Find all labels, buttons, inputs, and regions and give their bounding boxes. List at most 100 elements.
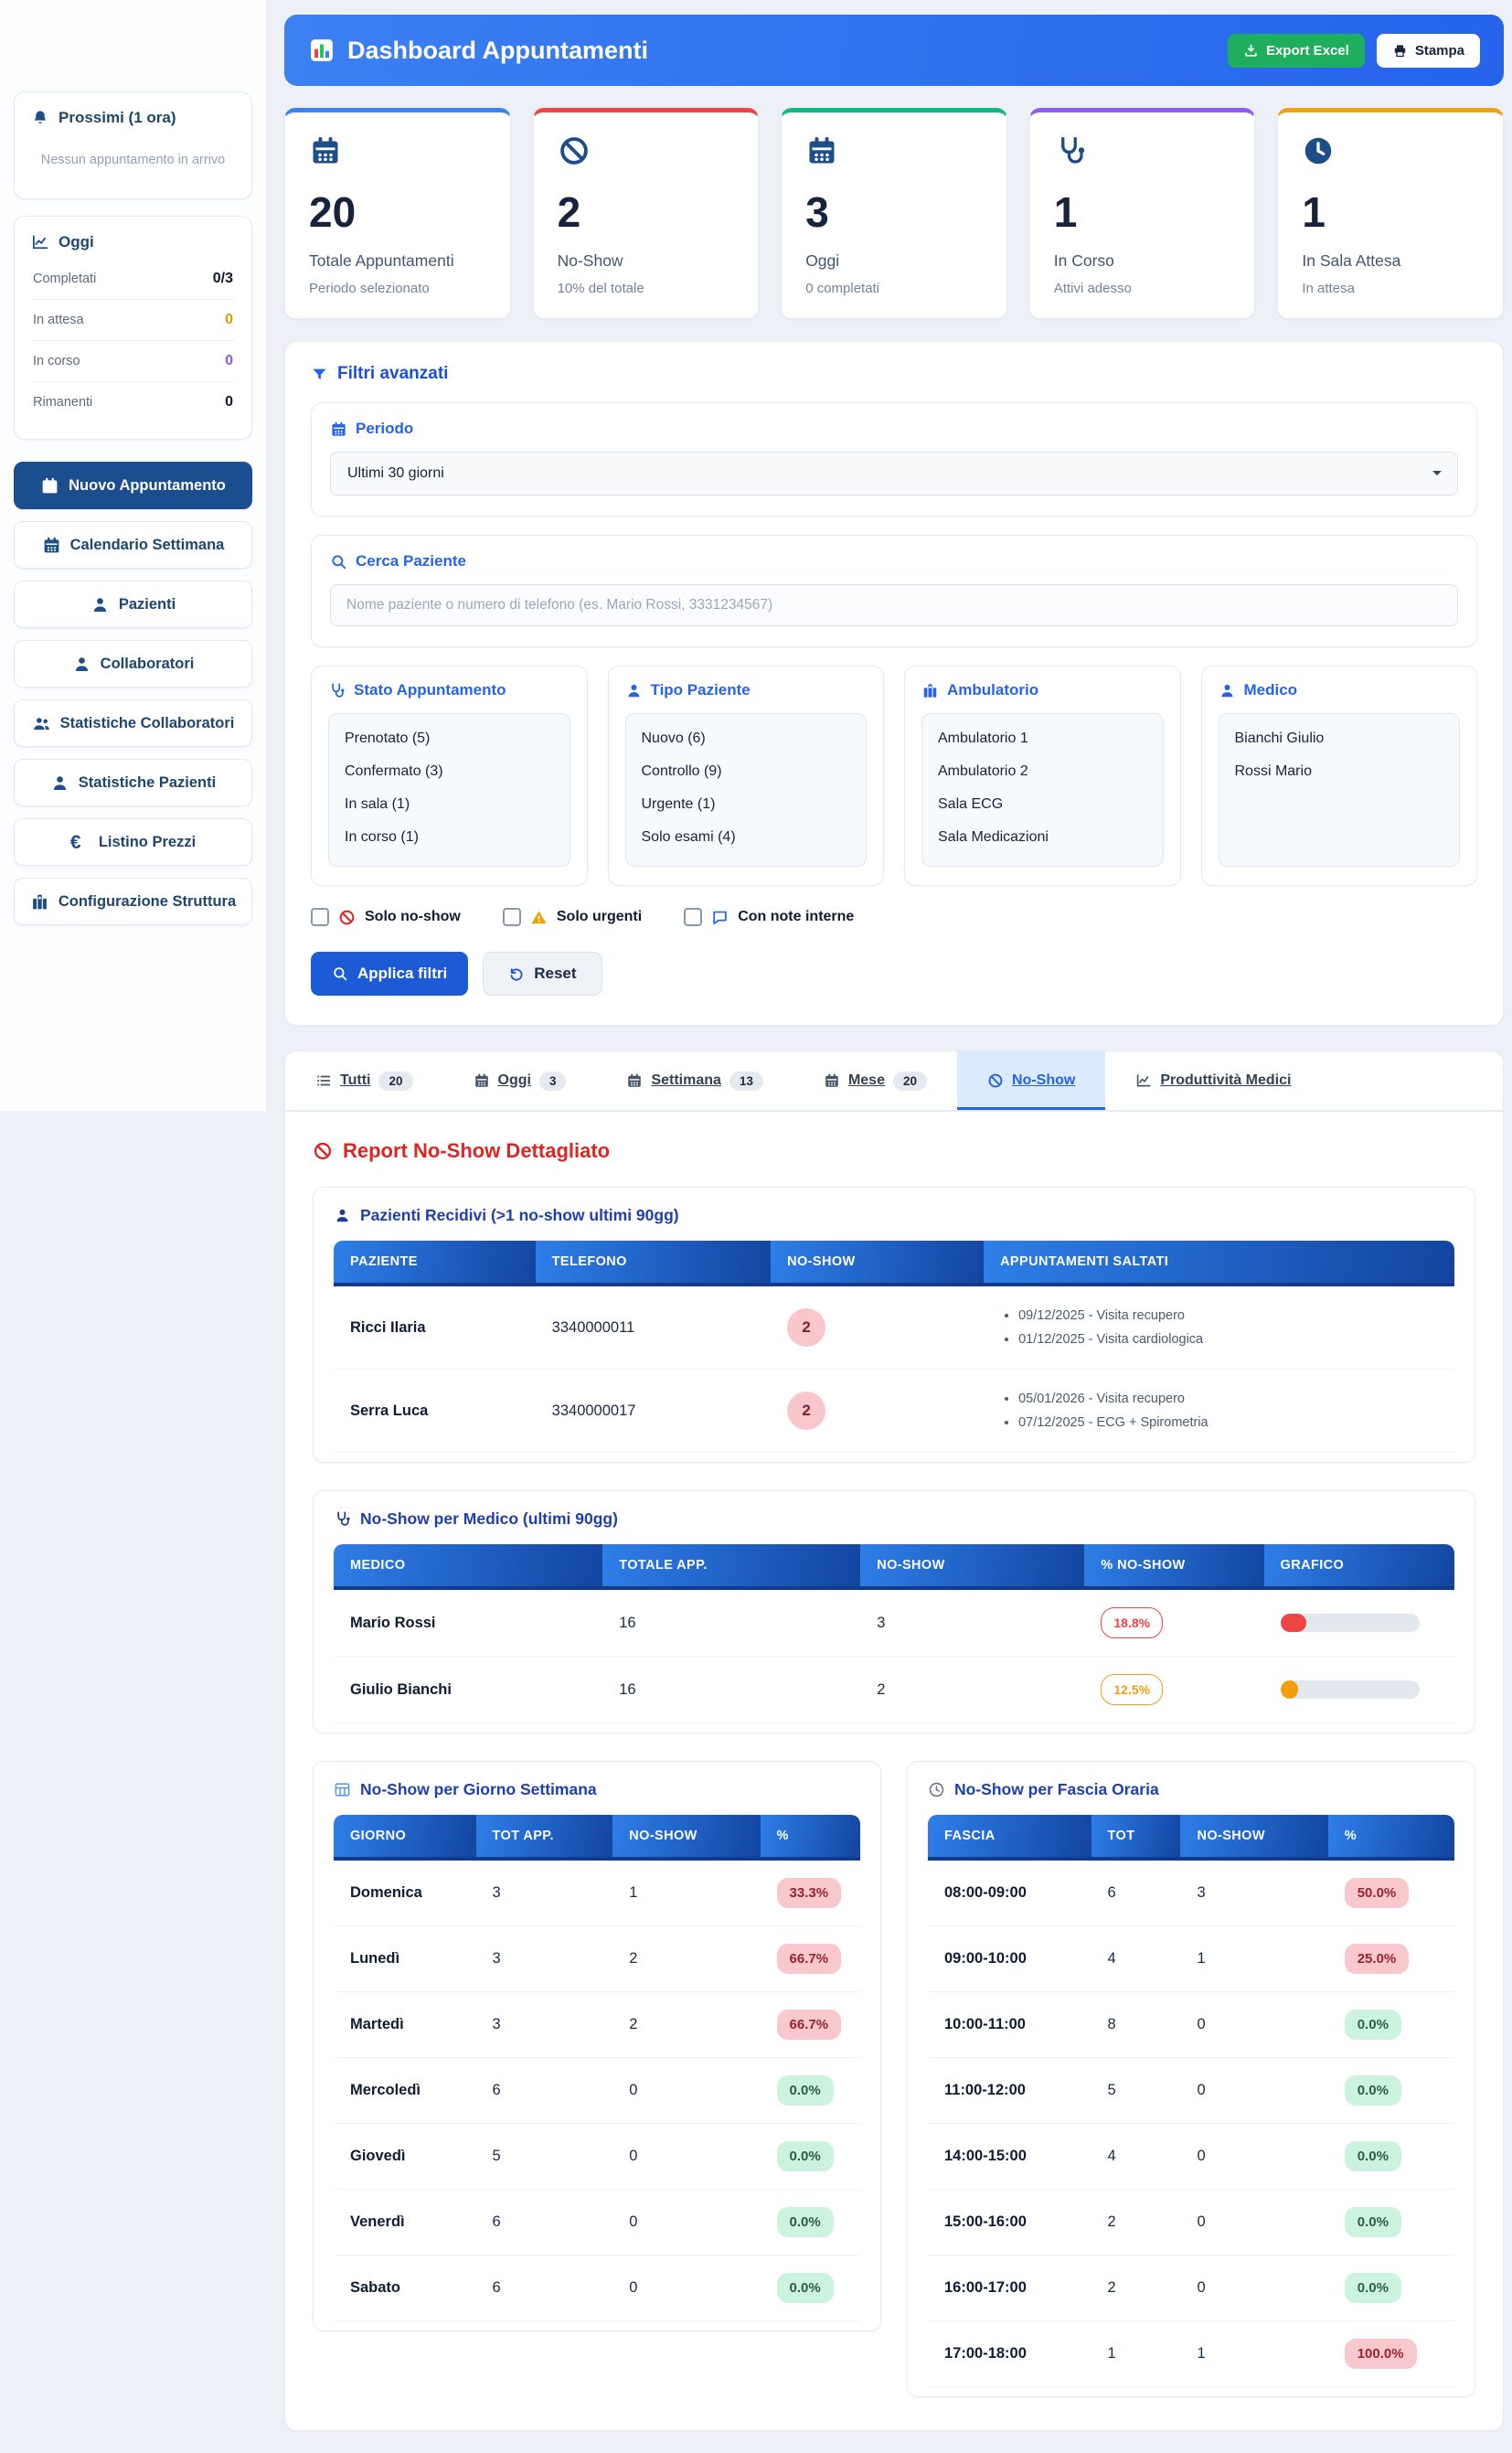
cell-appuntamenti-saltati: 09/12/2025 - Visita recupero01/12/2025 -… bbox=[984, 1285, 1454, 1370]
clock-icon bbox=[928, 1781, 945, 1798]
calendar-icon bbox=[805, 134, 838, 167]
cell-fascia: 08:00-09:00 bbox=[928, 1859, 1091, 1926]
pct-badge: 18.8% bbox=[1101, 1607, 1163, 1638]
option-bianchi-giulio[interactable]: Bianchi Giulio bbox=[1219, 722, 1460, 755]
checkbox-box[interactable] bbox=[311, 908, 329, 926]
apply-filters-button[interactable]: Applica filtri bbox=[311, 952, 468, 996]
sidebar-item-pazienti[interactable]: Pazienti bbox=[14, 581, 252, 628]
table-row: Venerdì 6 0 0.0% bbox=[334, 2190, 860, 2256]
note-icon bbox=[711, 909, 729, 926]
checkbox-con-note-interne[interactable]: Con note interne bbox=[684, 908, 854, 926]
pct-pill: 100.0% bbox=[1345, 2339, 1417, 2369]
reset-button[interactable]: Reset bbox=[483, 952, 602, 996]
filter-group-stato-appuntamento: Stato Appuntamento Prenotato (5)Conferma… bbox=[311, 666, 588, 886]
checkbox-box[interactable] bbox=[503, 908, 521, 926]
cell-noshow: 0 bbox=[612, 2124, 760, 2190]
table-row: 15:00-16:00 2 0 0.0% bbox=[928, 2190, 1454, 2256]
stat-card-totale-appuntamenti: 20 Totale Appuntamenti Periodo seleziona… bbox=[284, 108, 511, 319]
filters-section: Filtri avanzati Periodo Ultimi 30 giorni… bbox=[284, 341, 1504, 1026]
sidebar-item-nuovo-appuntamento[interactable]: Nuovo Appuntamento bbox=[14, 462, 252, 509]
sidebar-item-label: Listino Prezzi bbox=[99, 834, 196, 851]
today-stat-in-attesa: In attesa 0 bbox=[31, 300, 235, 341]
sidebar-item-label: Nuovo Appuntamento bbox=[69, 477, 226, 495]
sidebar-item-collaboratori[interactable]: Collaboratori bbox=[14, 640, 252, 688]
cell-appuntamenti-saltati: 05/01/2026 - Visita recupero07/12/2025 -… bbox=[984, 1370, 1454, 1453]
pct-pill: 66.7% bbox=[777, 1944, 842, 1974]
cell-tot: 6 bbox=[1091, 1859, 1181, 1926]
filter-group-listbox[interactable]: Nuovo (6)Controllo (9)Urgente (1)Solo es… bbox=[625, 713, 868, 867]
checkbox-solo-no-show[interactable]: Solo no-show bbox=[311, 908, 461, 926]
filter-checkboxes: Solo no-show Solo urgenti Con note inter… bbox=[311, 908, 1477, 926]
cell-fascia: 14:00-15:00 bbox=[928, 2124, 1091, 2190]
patient-search-input[interactable] bbox=[330, 584, 1458, 626]
calendar-icon bbox=[824, 1072, 840, 1089]
option-sala-medicazioni[interactable]: Sala Medicazioni bbox=[922, 821, 1163, 854]
tab-no-show[interactable]: No-Show bbox=[957, 1051, 1105, 1110]
cell-grafico bbox=[1264, 1588, 1454, 1657]
reset-label: Reset bbox=[534, 965, 576, 983]
filter-group-listbox[interactable]: Ambulatorio 1Ambulatorio 2Sala ECGSala M… bbox=[921, 713, 1164, 867]
tab-produttivit-medici[interactable]: Produttività Medici bbox=[1105, 1051, 1321, 1110]
option-urgente-1[interactable]: Urgente (1) bbox=[626, 788, 867, 821]
option-ambulatorio-2[interactable]: Ambulatorio 2 bbox=[922, 755, 1163, 788]
today-stat-value: 0 bbox=[225, 394, 233, 411]
tab-settimana[interactable]: Settimana 13 bbox=[596, 1051, 793, 1110]
tab-mese[interactable]: Mese 20 bbox=[793, 1051, 957, 1110]
filter-group-listbox[interactable]: Bianchi GiulioRossi Mario bbox=[1219, 713, 1461, 867]
col-paziente: PAZIENTE bbox=[334, 1241, 536, 1285]
recidivi-table-head: PAZIENTETELEFONONO-SHOWAPPUNTAMENTI SALT… bbox=[334, 1241, 1454, 1285]
option-in-sala-1[interactable]: In sala (1) bbox=[329, 788, 570, 821]
tab-tutti[interactable]: Tutti 20 bbox=[285, 1051, 443, 1110]
sidebar-item-label: Pazienti bbox=[119, 596, 176, 613]
sidebar-item-listino-prezzi[interactable]: €Listino Prezzi bbox=[14, 818, 252, 866]
option-in-corso-1[interactable]: In corso (1) bbox=[329, 821, 570, 854]
clock-filled-icon bbox=[1302, 134, 1335, 167]
export-excel-label: Export Excel bbox=[1266, 43, 1349, 59]
noshow-count-badge: 2 bbox=[787, 1308, 825, 1347]
option-prenotato-5[interactable]: Prenotato (5) bbox=[329, 722, 570, 755]
option-solo-esami-4[interactable]: Solo esami (4) bbox=[626, 821, 867, 854]
sidebar-item-statistiche-pazienti[interactable]: Statistiche Pazienti bbox=[14, 759, 252, 806]
table-row: 17:00-18:00 1 1 100.0% bbox=[928, 2321, 1454, 2387]
today-card: Oggi Completati 0/3 In attesa 0 In corso… bbox=[14, 216, 252, 440]
sidebar-item-configurazione-struttura[interactable]: Configurazione Struttura bbox=[14, 878, 252, 925]
sidebar-item-calendario-settimana[interactable]: Calendario Settimana bbox=[14, 521, 252, 569]
header-bar: Dashboard Appuntamenti Export Excel Stam… bbox=[284, 15, 1504, 86]
sidebar-item-statistiche-collaboratori[interactable]: Statistiche Collaboratori bbox=[14, 699, 252, 747]
filter-group-listbox[interactable]: Prenotato (5)Confermato (3)In sala (1)In… bbox=[328, 713, 570, 867]
stat-sub-label: 10% del totale bbox=[558, 281, 735, 296]
today-title: Oggi bbox=[59, 233, 94, 251]
option-ambulatorio-1[interactable]: Ambulatorio 1 bbox=[922, 722, 1163, 755]
pct-pill: 66.7% bbox=[777, 2010, 842, 2040]
cell-fascia: 09:00-10:00 bbox=[928, 1926, 1091, 1992]
option-controllo-9[interactable]: Controllo (9) bbox=[626, 755, 867, 788]
tab-oggi[interactable]: Oggi 3 bbox=[443, 1051, 597, 1110]
filter-group-label-row: Ambulatorio bbox=[921, 681, 1164, 699]
stat-card-in-corso: 1 In Corso Attivi adesso bbox=[1029, 108, 1256, 319]
tab-label: Settimana bbox=[651, 1072, 720, 1089]
chart-line-icon bbox=[1135, 1072, 1152, 1089]
periodo-select[interactable]: Ultimi 30 giorni bbox=[330, 452, 1458, 496]
col-no-show: NO-SHOW bbox=[771, 1241, 984, 1285]
checkbox-solo-urgenti[interactable]: Solo urgenti bbox=[503, 908, 642, 926]
checkbox-box[interactable] bbox=[684, 908, 702, 926]
calendar-icon bbox=[309, 134, 342, 167]
option-nuovo-6[interactable]: Nuovo (6) bbox=[626, 722, 867, 755]
filter-group-label: Medico bbox=[1244, 681, 1298, 699]
stat-sub-label: In attesa bbox=[1302, 281, 1479, 296]
pct-pill: 0.0% bbox=[777, 2141, 834, 2171]
option-sala-ecg[interactable]: Sala ECG bbox=[922, 788, 1163, 821]
results-section: Tutti 20 Oggi 3 Settimana 13 Mese 20 No-… bbox=[284, 1051, 1504, 2431]
per-medico-table-head: MEDICOTOTALE APP.NO-SHOW% NO-SHOWGRAFICO bbox=[334, 1544, 1454, 1588]
print-button[interactable]: Stampa bbox=[1377, 34, 1480, 68]
reset-icon bbox=[508, 965, 525, 982]
option-rossi-mario[interactable]: Rossi Mario bbox=[1219, 755, 1460, 788]
tab-label: Produttività Medici bbox=[1160, 1072, 1291, 1089]
person-icon bbox=[50, 773, 69, 793]
col-no-show: NO-SHOW bbox=[1180, 1815, 1327, 1859]
export-excel-button[interactable]: Export Excel bbox=[1228, 34, 1365, 68]
missed-appointment: 05/01/2026 - Visita recupero bbox=[1018, 1387, 1438, 1411]
stat-card-oggi: 3 Oggi 0 completati bbox=[781, 108, 1007, 319]
cell-pct: 0.0% bbox=[1328, 2124, 1454, 2190]
option-confermato-3[interactable]: Confermato (3) bbox=[329, 755, 570, 788]
